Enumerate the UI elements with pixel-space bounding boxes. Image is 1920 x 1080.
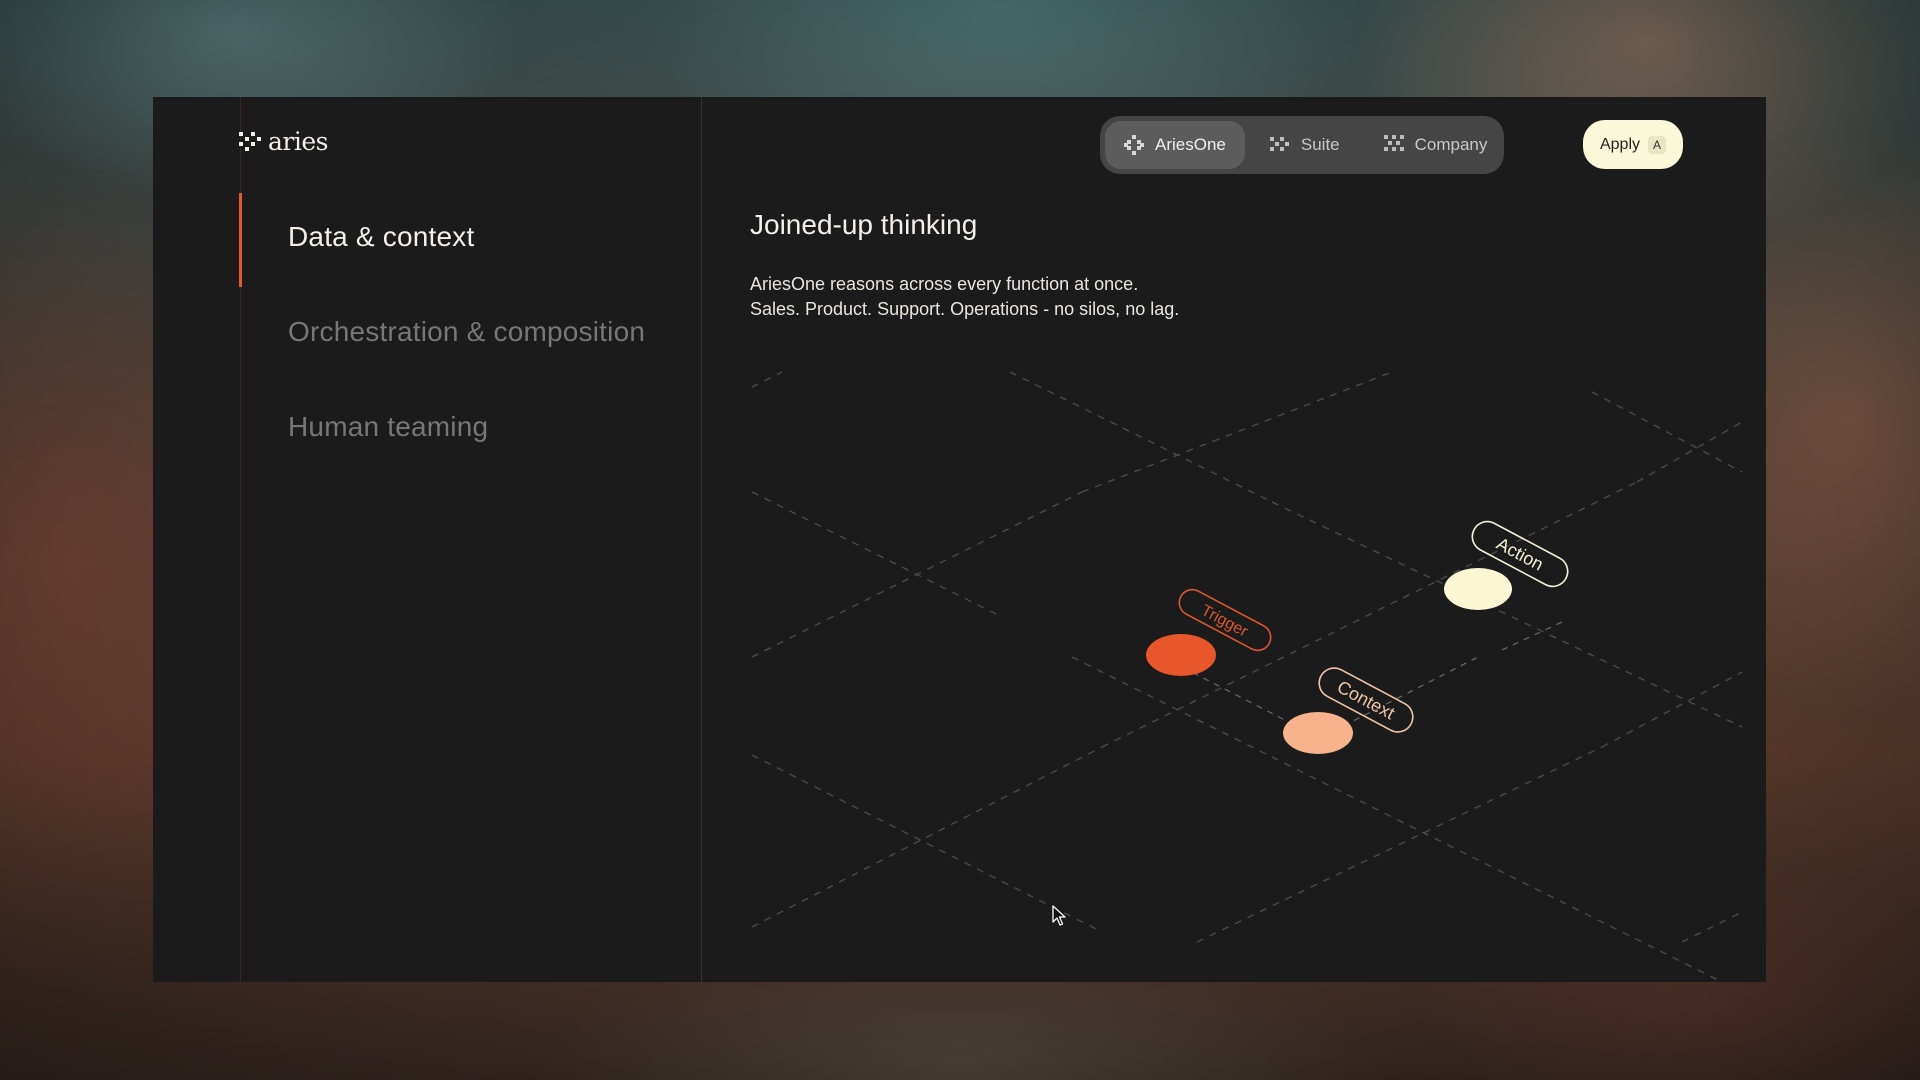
tab-label: AriesOne bbox=[1155, 135, 1226, 154]
tab-company[interactable]: Company bbox=[1365, 121, 1507, 169]
diagram-grid bbox=[751, 371, 1743, 982]
tab-ariesone[interactable]: AriesOne bbox=[1105, 121, 1245, 169]
context-node[interactable]: Context bbox=[1283, 663, 1418, 754]
tab-suite[interactable]: Suite bbox=[1251, 121, 1359, 169]
ariesone-icon bbox=[1124, 135, 1144, 155]
apply-shortcut-key: A bbox=[1648, 135, 1667, 154]
section-heading: Joined-up thinking bbox=[750, 209, 978, 240]
description-line: AriesOne reasons across every function a… bbox=[750, 274, 1139, 294]
action-node[interactable]: Action bbox=[1444, 516, 1573, 610]
tab-label: Company bbox=[1414, 135, 1488, 154]
section-description: AriesOne reasons across every function a… bbox=[750, 272, 1179, 322]
sidebar: aries Data & context Orchestration & com… bbox=[153, 97, 702, 982]
sidebar-item-data-context[interactable]: Data & context bbox=[288, 221, 474, 253]
sidebar-item-human-teaming[interactable]: Human teaming bbox=[288, 411, 488, 443]
apply-label: Apply bbox=[1599, 135, 1641, 153]
trigger-node[interactable]: Trigger bbox=[1146, 585, 1275, 676]
tab-label: Suite bbox=[1300, 135, 1340, 154]
aries-logo-icon bbox=[239, 131, 261, 151]
product-nav: AriesOne Suite Company bbox=[1100, 116, 1504, 174]
brand-logo[interactable]: aries bbox=[239, 127, 328, 156]
context-dot bbox=[1283, 712, 1353, 754]
company-icon bbox=[1383, 135, 1404, 151]
apply-button[interactable]: Apply A bbox=[1583, 120, 1683, 169]
sidebar-active-indicator bbox=[239, 193, 242, 287]
sidebar-item-orchestration[interactable]: Orchestration & composition bbox=[288, 316, 645, 348]
app-window: aries Data & context Orchestration & com… bbox=[153, 97, 1766, 982]
action-dot bbox=[1444, 568, 1512, 610]
brand-name: aries bbox=[268, 127, 328, 156]
mouse-cursor-icon bbox=[1052, 905, 1066, 926]
description-line: Sales. Product. Support. Operations - no… bbox=[750, 299, 1180, 319]
trigger-dot bbox=[1146, 634, 1216, 676]
main-content: Trigger Context Action Joined-up thinkin… bbox=[702, 97, 1766, 982]
suite-icon bbox=[1269, 137, 1289, 151]
